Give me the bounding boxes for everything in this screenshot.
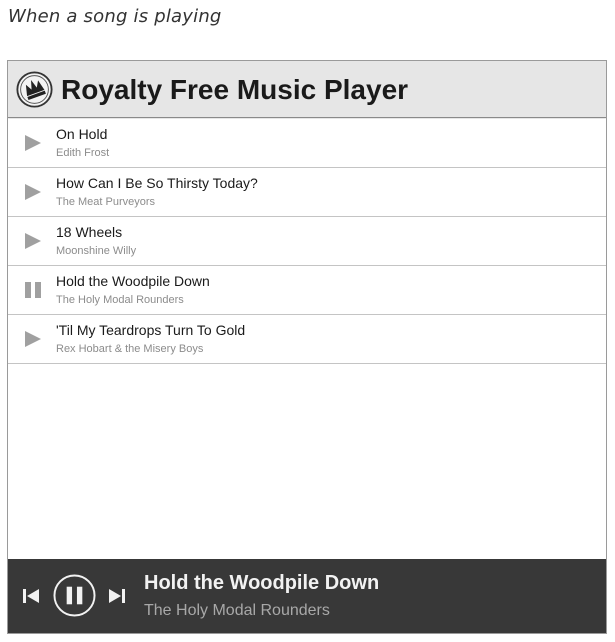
track-artist: The Meat Purveyors — [56, 196, 156, 208]
music-player: Royalty Free Music Player On Hold Edith … — [7, 60, 607, 634]
track-artist: Moonshine Willy — [56, 245, 137, 257]
playlist-item[interactable]: 18 Wheels Moonshine Willy — [8, 217, 606, 266]
track-artist: The Holy Modal Rounders — [56, 294, 184, 306]
next-icon[interactable] — [108, 587, 126, 605]
playlist-item[interactable]: How Can I Be So Thirsty Today? The Meat … — [8, 168, 606, 217]
track-title: 'Til My Teardrops Turn To Gold — [56, 322, 246, 338]
playlist: On Hold Edith Frost How Can I Be So Thir… — [8, 119, 606, 364]
track-title: How Can I Be So Thirsty Today? — [56, 175, 258, 191]
track-title: Hold the Woodpile Down — [56, 273, 210, 289]
pause-button[interactable] — [53, 574, 96, 617]
play-icon[interactable] — [24, 183, 42, 201]
track-title: On Hold — [56, 126, 108, 142]
app-title: Royalty Free Music Player — [61, 74, 409, 105]
play-icon[interactable] — [24, 330, 42, 348]
now-playing-bar: Hold the Woodpile Down The Holy Modal Ro… — [8, 559, 606, 633]
track-title: 18 Wheels — [56, 224, 123, 240]
play-icon[interactable] — [24, 134, 42, 152]
header: Royalty Free Music Player — [8, 61, 606, 118]
play-icon[interactable] — [24, 232, 42, 250]
now-playing-title: Hold the Woodpile Down — [144, 572, 380, 594]
caption: When a song is playing — [8, 6, 222, 27]
previous-icon[interactable] — [22, 587, 40, 605]
playlist-item-active[interactable]: Hold the Woodpile Down The Holy Modal Ro… — [8, 266, 606, 315]
track-artist: Edith Frost — [56, 147, 110, 159]
track-artist: Rex Hobart & the Misery Boys — [56, 343, 204, 355]
crown-badge-icon — [16, 71, 53, 108]
playlist-item[interactable]: On Hold Edith Frost — [8, 119, 606, 168]
pause-icon[interactable] — [24, 281, 42, 299]
now-playing-artist: The Holy Modal Rounders — [144, 602, 330, 619]
playlist-item[interactable]: 'Til My Teardrops Turn To Gold Rex Hobar… — [8, 315, 606, 364]
